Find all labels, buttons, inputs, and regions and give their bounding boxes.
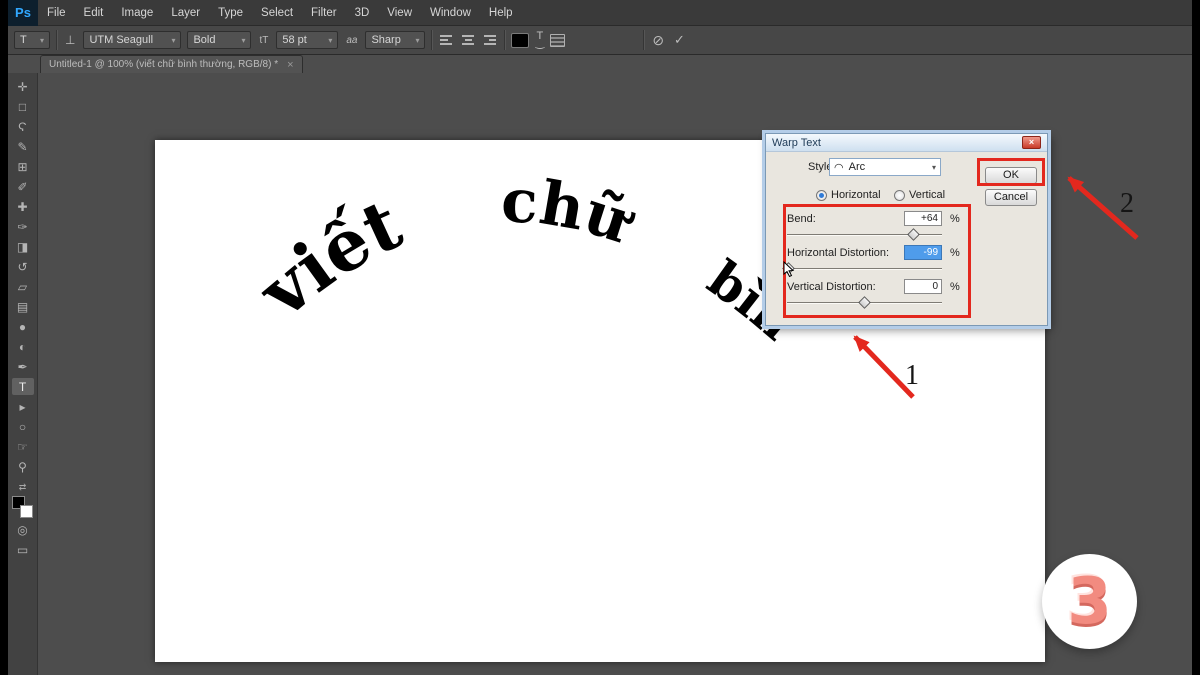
chevron-down-icon: ▾ [237, 36, 245, 45]
menu-select[interactable]: Select [252, 0, 302, 26]
dialog-title: Warp Text [772, 137, 821, 149]
background-color-swatch[interactable] [20, 505, 33, 518]
divider [431, 30, 432, 50]
mouse-cursor [783, 261, 797, 279]
annotation-rect-sliders [783, 204, 971, 318]
text-orientation-icon[interactable]: ⊥ [63, 33, 77, 47]
divider [56, 30, 57, 50]
color-swatches[interactable] [12, 496, 34, 518]
photoshop-window: Ps File Edit Image Layer Type Select Fil… [8, 0, 1192, 675]
menu-view[interactable]: View [378, 0, 421, 26]
tool-preset-picker[interactable]: T ▾ [14, 31, 50, 49]
crop-tool[interactable]: ⊞ [12, 158, 34, 175]
cancel-button[interactable]: Cancel [985, 189, 1037, 206]
pen-tool[interactable]: ✒ [12, 358, 34, 375]
divider [504, 30, 505, 50]
warped-text: viết chữ bình thường [155, 140, 820, 375]
horizontal-radio[interactable] [816, 190, 827, 201]
dodge-tool[interactable]: ◐ [12, 338, 34, 355]
lasso-tool[interactable]: Ϛ [12, 118, 34, 135]
eyedropper-tool[interactable]: ✐ [12, 178, 34, 195]
menu-window[interactable]: Window [421, 0, 480, 26]
divider [643, 30, 644, 50]
tab-bar: Untitled-1 @ 100% (viết chữ bình thường,… [8, 55, 1192, 73]
font-style-select[interactable]: Bold ▾ [187, 31, 251, 49]
font-style-value: Bold [193, 34, 215, 46]
font-family-select[interactable]: UTM Seagull ▾ [83, 31, 181, 49]
font-family-value: UTM Seagull [89, 34, 153, 46]
antialias-value: Sharp [371, 34, 400, 46]
menu-edit[interactable]: Edit [75, 0, 113, 26]
commit-edit-icon[interactable]: ✓ [672, 32, 687, 48]
photoshop-logo: Ps [8, 0, 38, 26]
antialias-select[interactable]: Sharp ▾ [365, 31, 425, 49]
options-bar: T ▾ ⊥ UTM Seagull ▾ Bold ▾ tT 58 pt ▾ aa… [8, 26, 1192, 55]
tools-panel: ✛ □ Ϛ ✎ ⊞ ✐ ✚ ✑ ◨ ↺ ▱ ▤ ● ◐ ✒ T ▸ ○ ☞ ⚲ … [8, 73, 38, 675]
vertical-radio-label[interactable]: Vertical [909, 189, 945, 201]
menu-filter[interactable]: Filter [302, 0, 346, 26]
antialias-icon: aa [344, 35, 359, 46]
quick-mask-icon[interactable]: ◎ [12, 521, 34, 538]
gradient-tool[interactable]: ▤ [12, 298, 34, 315]
vertical-radio[interactable] [894, 190, 905, 201]
swap-colors-icon[interactable]: ⇄ [19, 482, 27, 493]
character-panel-icon[interactable] [550, 34, 565, 47]
style-select[interactable]: ◠ Arc ▾ [829, 158, 941, 176]
text-color-swatch[interactable] [511, 33, 529, 48]
font-size-value: 58 pt [282, 34, 306, 46]
menu-bar: Ps File Edit Image Layer Type Select Fil… [8, 0, 1192, 26]
close-icon[interactable]: × [287, 59, 293, 71]
horizontal-radio-label[interactable]: Horizontal [831, 189, 881, 201]
type-tool[interactable]: T [12, 378, 34, 395]
document-tab[interactable]: Untitled-1 @ 100% (viết chữ bình thường,… [40, 55, 303, 73]
type-tool-icon: T [20, 34, 27, 46]
dialog-title-bar[interactable]: Warp Text × [766, 134, 1047, 152]
chevron-down-icon: ▾ [36, 36, 44, 45]
blur-tool[interactable]: ● [12, 318, 34, 335]
chevron-down-icon: ▾ [411, 36, 419, 45]
font-size-icon: tT [257, 35, 270, 46]
history-brush-tool[interactable]: ↺ [12, 258, 34, 275]
move-tool[interactable]: ✛ [12, 78, 34, 95]
menu-file[interactable]: File [38, 0, 75, 26]
annotation-label-1: 1 [905, 360, 919, 392]
annotation-rect-ok [977, 158, 1045, 186]
shape-tool[interactable]: ○ [12, 418, 34, 435]
marquee-tool[interactable]: □ [12, 98, 34, 115]
cancel-edit-icon[interactable]: ⊘ [650, 32, 666, 49]
step-badge: 3 [1042, 554, 1137, 649]
path-selection-tool[interactable]: ▸ [12, 398, 34, 415]
healing-brush-tool[interactable]: ✚ [12, 198, 34, 215]
hand-tool[interactable]: ☞ [12, 438, 34, 455]
close-icon[interactable]: × [1022, 136, 1041, 149]
eraser-tool[interactable]: ▱ [12, 278, 34, 295]
style-value: Arc [849, 161, 866, 173]
menu-layer[interactable]: Layer [162, 0, 209, 26]
clone-stamp-tool[interactable]: ◨ [12, 238, 34, 255]
chevron-down-icon: ▾ [324, 36, 332, 45]
screen-mode-icon[interactable]: ▭ [12, 541, 34, 558]
chevron-down-icon: ▾ [928, 163, 936, 172]
menu-help[interactable]: Help [480, 0, 522, 26]
zoom-tool[interactable]: ⚲ [12, 458, 34, 475]
step-badge-number: 3 [1067, 565, 1112, 639]
menu-type[interactable]: Type [209, 0, 252, 26]
warp-text-icon[interactable]: T ‿ [535, 33, 544, 47]
menu-image[interactable]: Image [112, 0, 162, 26]
annotation-label-2: 2 [1120, 188, 1134, 220]
quick-selection-tool[interactable]: ✎ [12, 138, 34, 155]
align-center-icon[interactable] [460, 34, 476, 46]
arc-style-icon: ◠ [834, 161, 844, 174]
align-left-icon[interactable] [438, 34, 454, 46]
font-size-select[interactable]: 58 pt ▾ [276, 31, 338, 49]
align-right-icon[interactable] [482, 34, 498, 46]
brush-tool[interactable]: ✑ [12, 218, 34, 235]
document-tab-title: Untitled-1 @ 100% (viết chữ bình thường,… [49, 59, 278, 70]
chevron-down-icon: ▾ [167, 36, 175, 45]
menu-3d[interactable]: 3D [346, 0, 379, 26]
